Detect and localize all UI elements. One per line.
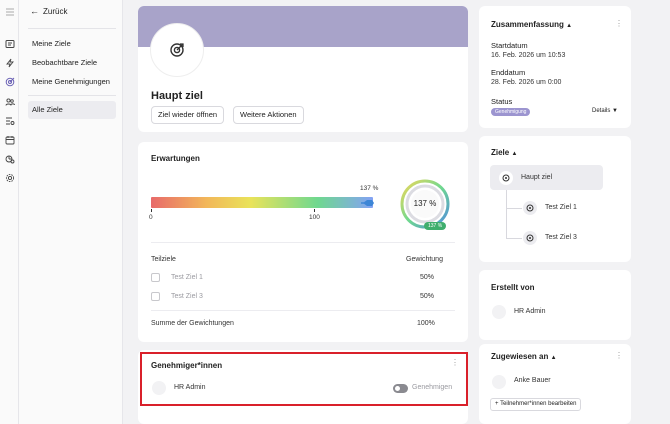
back-label: Zurück — [43, 6, 68, 16]
details-label: Details — [592, 108, 611, 114]
progress-gauge: 137 % 137 % — [399, 178, 451, 230]
tree-connector — [506, 238, 522, 239]
start-date-value: 16. Feb. 2026 um 10:53 — [491, 52, 566, 59]
assigned-to-card: Zugewiesen an ▲ ⋮ Anke Bauer + Teilnehme… — [479, 344, 631, 424]
subgoal-checkbox[interactable] — [151, 273, 160, 282]
sidebar-divider — [28, 28, 116, 29]
goals-tree-title[interactable]: Ziele ▲ — [491, 148, 517, 157]
gauge-badge: 137 % — [424, 222, 447, 230]
progress-label: 137 % — [360, 185, 379, 192]
tick-100 — [314, 209, 315, 212]
chevron-down-icon: ▼ — [612, 108, 618, 114]
goal-header-card: Haupt ziel Ziel wieder öffnen Weitere Ak… — [138, 6, 468, 132]
rocket-icon — [360, 195, 376, 210]
tick-0 — [151, 209, 152, 212]
more-actions-button[interactable]: Weitere Aktionen — [233, 106, 304, 124]
subgoal-weight: 50% — [420, 293, 435, 300]
subgoal-checkbox[interactable] — [151, 292, 160, 301]
sidebar-divider — [28, 95, 116, 96]
gauge-value: 137 % — [413, 199, 437, 208]
analytics-icon[interactable] — [4, 153, 15, 164]
creator-name: HR Admin — [514, 308, 546, 315]
edit-participants-button[interactable]: + Teilnehmer*innen bearbeiten — [490, 398, 582, 411]
goals-sidebar: ← Zurück Meine Ziele Beobachtbare Ziele … — [19, 0, 123, 424]
goal-target-icon — [523, 231, 537, 245]
calendar-icon[interactable] — [4, 134, 15, 145]
goal-target-icon — [499, 171, 513, 185]
dashboard-icon[interactable] — [4, 38, 15, 49]
more-options-icon[interactable]: ⋮ — [615, 19, 623, 28]
goals-target-icon[interactable] — [4, 76, 15, 87]
sidebar-item-my-goals[interactable]: Meine Ziele — [28, 35, 116, 53]
assigned-to-title[interactable]: Zugewiesen an ▲ — [491, 352, 557, 361]
divider — [151, 242, 455, 243]
menu-icon[interactable] — [4, 6, 15, 17]
scale-mid-label: 100 — [309, 214, 320, 221]
edit-participants-label: Teilnehmer*innen bearbeiten — [500, 401, 577, 407]
target-icon — [170, 43, 184, 57]
tree-connector — [506, 190, 507, 239]
list-settings-icon[interactable] — [4, 115, 15, 126]
goals-tree-title-text: Ziele — [491, 148, 510, 157]
created-by-title: Erstellt von — [491, 283, 535, 292]
summary-card: Zusammenfassung ▲ ⋮ Startdatum 16. Feb. … — [479, 6, 631, 128]
weight-sum-label: Summe der Gewichtungen — [151, 320, 234, 327]
settings-gear-icon[interactable] — [4, 172, 15, 183]
back-arrow-icon: ← — [30, 6, 39, 16]
scale-min-label: 0 — [149, 214, 153, 221]
subgoal-weight: 50% — [420, 274, 435, 281]
end-date-label: Enddatum — [491, 68, 526, 77]
team-icon[interactable] — [4, 96, 15, 107]
tree-root-label: Haupt ziel — [521, 174, 553, 181]
subgoals-header: Teilziele — [151, 256, 176, 263]
subgoal-name[interactable]: Test Ziel 1 — [171, 274, 203, 281]
created-by-card: Erstellt von HR Admin — [479, 270, 631, 340]
status-badge: Genehmigung — [491, 108, 531, 116]
subgoal-name[interactable]: Test Ziel 3 — [171, 293, 203, 300]
creator-avatar — [492, 305, 506, 319]
goal-target-icon — [523, 201, 537, 215]
reopen-goal-button[interactable]: Ziel wieder öffnen — [151, 106, 225, 124]
sidebar-item-my-approvals[interactable]: Meine Genehmigungen — [28, 73, 116, 91]
tree-child-label[interactable]: Test Ziel 1 — [545, 204, 577, 211]
assigned-to-title-text: Zugewiesen an — [491, 352, 549, 361]
sidebar-item-all-goals[interactable]: Alle Ziele — [28, 101, 116, 119]
chevron-up-icon: ▲ — [566, 23, 573, 29]
status-label: Status — [491, 97, 513, 106]
highlight-box — [140, 352, 468, 406]
plus-icon: + — [495, 401, 499, 407]
summary-title[interactable]: Zusammenfassung ▲ — [491, 20, 572, 29]
progress-bar — [151, 197, 373, 208]
more-options-icon[interactable]: ⋮ — [615, 351, 623, 360]
expectations-title: Erwartungen — [151, 154, 200, 163]
goal-title: Haupt ziel — [151, 90, 203, 102]
weight-sum-value: 100% — [417, 320, 435, 327]
icon-rail — [0, 0, 19, 424]
tree-child-label[interactable]: Test Ziel 3 — [545, 234, 577, 241]
back-link[interactable]: ← Zurück — [30, 6, 67, 16]
chevron-up-icon: ▲ — [550, 355, 557, 361]
weight-header: Gewichtung — [406, 256, 443, 263]
goals-tree-card: Ziele ▲ Haupt ziel Test Ziel 1 Test Ziel… — [479, 136, 631, 262]
chevron-up-icon: ▲ — [511, 151, 518, 157]
sidebar-item-observable-goals[interactable]: Beobachtbare Ziele — [28, 54, 116, 72]
expectations-card: Erwartungen 137 % 0 100 137 % 137 % Teil… — [138, 142, 468, 342]
lightning-icon[interactable] — [4, 57, 15, 68]
divider — [151, 310, 455, 311]
end-date-value: 28. Feb. 2026 um 0:00 — [491, 79, 562, 86]
assignee-name: Anke Bauer — [514, 377, 551, 384]
start-date-label: Startdatum — [491, 41, 528, 50]
goal-avatar — [150, 23, 204, 77]
details-toggle[interactable]: Details ▼ — [592, 108, 618, 114]
summary-title-text: Zusammenfassung — [491, 20, 564, 29]
assignee-avatar — [492, 375, 506, 389]
tree-connector — [506, 208, 522, 209]
